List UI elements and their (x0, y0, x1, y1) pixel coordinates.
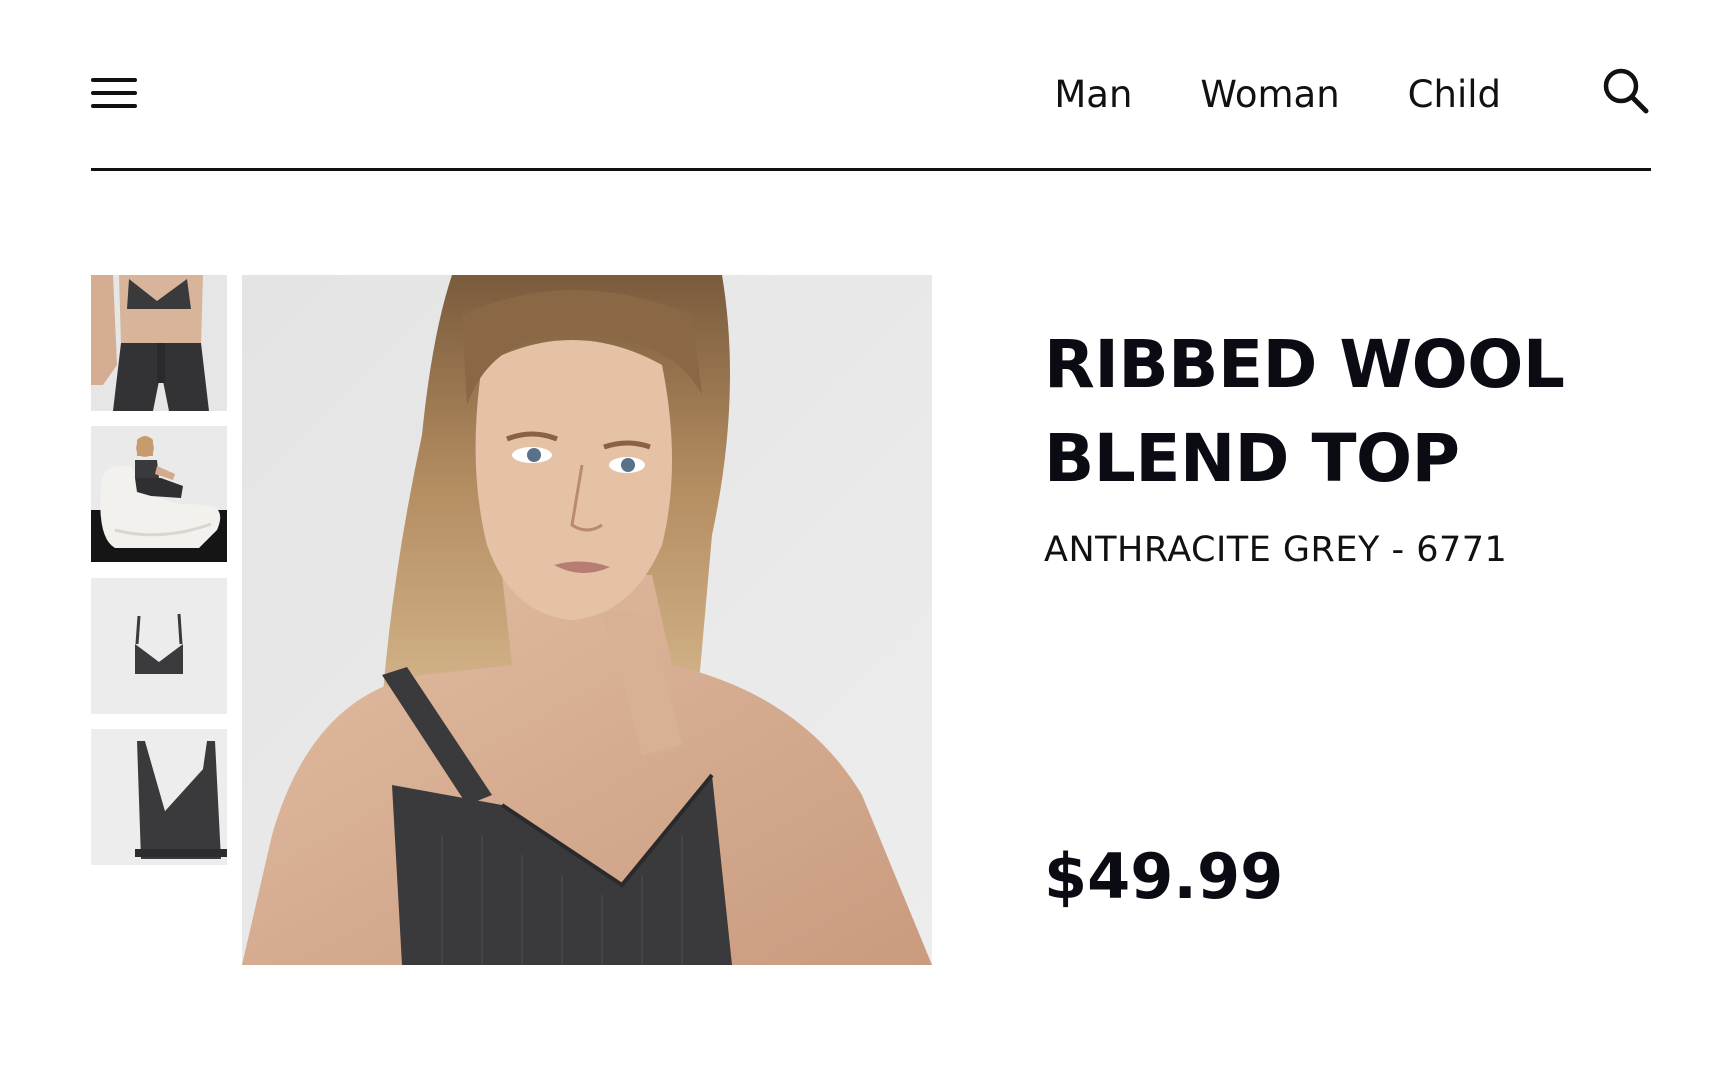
product-color-reference: ANTHRACITE GREY - 6771 (1044, 530, 1508, 570)
product-info: RIBBED WOOL BLEND TOP ANTHRACITE GREY - … (1044, 318, 1644, 572)
nav-link-woman[interactable]: Woman (1200, 70, 1339, 120)
thumbnail-4[interactable] (91, 729, 227, 865)
thumbnail-3[interactable] (91, 578, 227, 714)
thumbnail-1[interactable] (91, 275, 227, 411)
main-nav: Man Woman Child (1054, 70, 1501, 120)
product-price: $49.99 (1044, 840, 1284, 913)
hamburger-menu-icon[interactable] (91, 74, 139, 112)
search-icon[interactable] (1601, 66, 1651, 116)
thumbnail-2[interactable] (91, 426, 227, 562)
site-header: Man Woman Child (91, 50, 1651, 171)
product-main-image[interactable] (242, 275, 932, 965)
nav-link-child[interactable]: Child (1408, 70, 1501, 120)
product-title: RIBBED WOOL BLEND TOP (1044, 326, 1565, 497)
nav-link-man[interactable]: Man (1054, 70, 1132, 120)
